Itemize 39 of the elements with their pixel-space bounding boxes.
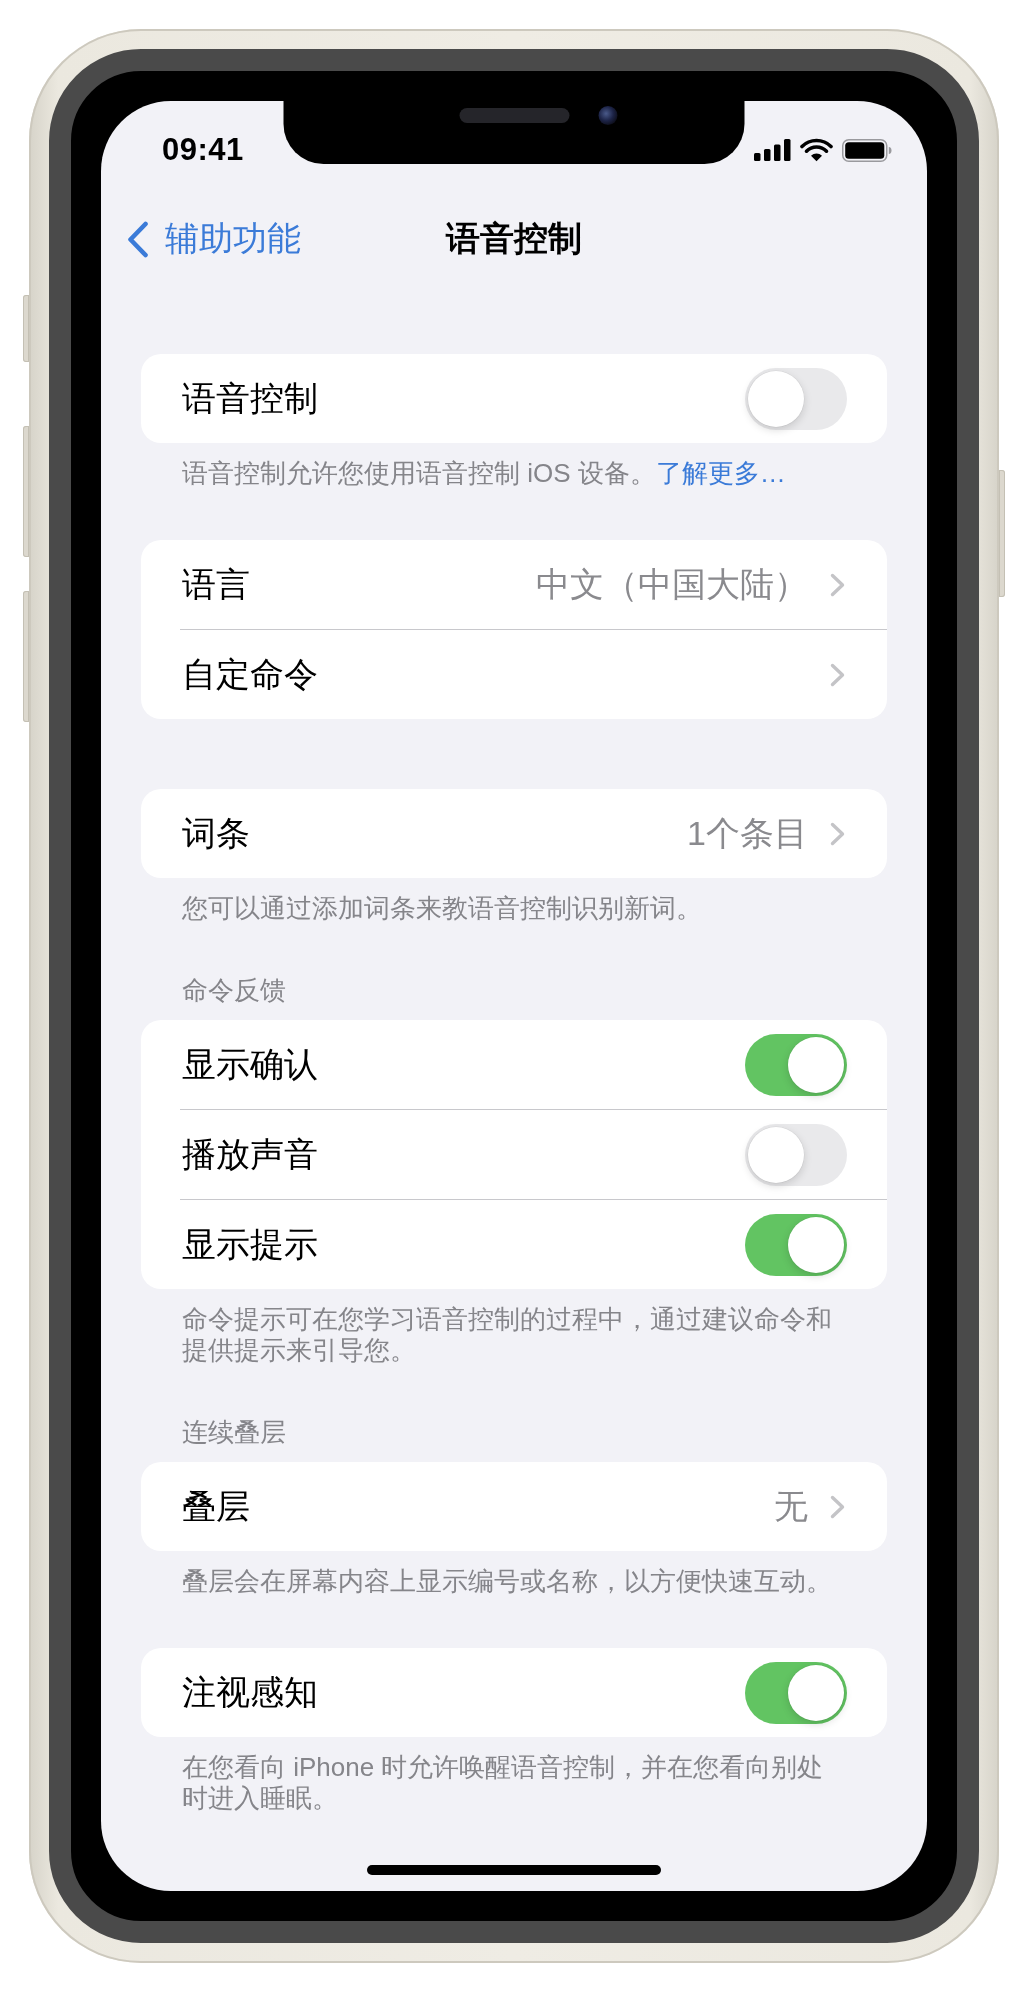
toggle-switch[interactable]: [745, 1123, 847, 1186]
settings-row[interactable]: 叠层 无: [141, 1462, 887, 1551]
settings-row[interactable]: 词条 1个条目: [141, 789, 887, 878]
chevron-right-icon: [830, 662, 845, 687]
toggle-switch[interactable]: [745, 1661, 847, 1724]
row-label: 显示确认: [182, 1043, 319, 1085]
row-label: 播放声音: [182, 1133, 319, 1175]
status-time: 09:41: [162, 132, 244, 168]
section-header: 连续叠层: [181, 1417, 287, 1448]
side-button-icon: [23, 426, 29, 557]
wifi-icon: [800, 138, 833, 162]
section-footer: 您可以通过添加词条来教语音控制识别新词。: [141, 878, 887, 924]
speaker-grille-icon: [459, 108, 570, 123]
section-footer: 语音控制允许您使用语音控制 iOS 设备。了解更多…: [141, 443, 887, 489]
settings-row[interactable]: 自定命令: [141, 630, 887, 719]
settings-row[interactable]: 语言 中文（中国大陆）: [141, 540, 887, 629]
camera-icon: [598, 106, 618, 125]
battery-icon: [842, 138, 892, 162]
cellular-signal-icon: [754, 139, 791, 161]
chevron-left-icon: [127, 220, 149, 258]
chevron-right-icon: [830, 1494, 845, 1519]
side-button-icon: [999, 470, 1005, 597]
side-button-icon: [23, 295, 29, 362]
row-label: 语音控制: [182, 377, 319, 419]
section-footer: 命令提示可在您学习语音控制的过程中，通过建议命令和提供提示来引导您。: [141, 1289, 887, 1366]
footer-link[interactable]: 了解更多…: [655, 458, 786, 488]
row-label: 注视感知: [182, 1671, 319, 1713]
section-header: 命令反馈: [181, 975, 287, 1006]
toggle-switch[interactable]: [745, 367, 847, 430]
row-label: 显示提示: [182, 1223, 319, 1265]
nav-title: 语音控制: [446, 218, 582, 259]
section-footer: 在您看向 iPhone 时允许唤醒语音控制，并在您看向别处时进入睡眠。: [141, 1737, 887, 1814]
side-button-icon: [23, 591, 29, 722]
back-button[interactable]: 辅助功能: [127, 216, 301, 262]
chevron-right-icon: [830, 821, 845, 846]
toggle-switch[interactable]: [745, 1033, 847, 1096]
section-footer: 叠层会在屏幕内容上显示编号或名称，以方便快速互动。: [141, 1551, 887, 1597]
chevron-right-icon: [830, 572, 845, 597]
toggle-switch[interactable]: [745, 1213, 847, 1276]
